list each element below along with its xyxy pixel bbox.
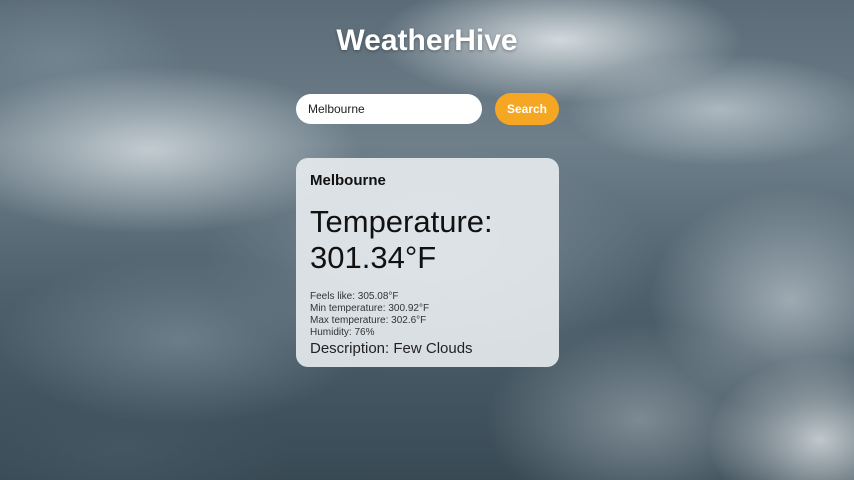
search-button[interactable]: Search [495, 93, 559, 125]
app-title: WeatherHive [336, 24, 518, 57]
humidity: Humidity: 76% [310, 327, 375, 338]
temperature-value: 301.34°F [310, 240, 437, 275]
feels-like: Feels like: 305.08°F [310, 291, 399, 302]
weather-details: Feels like: 305.08°F Min temperature: 30… [310, 291, 545, 339]
search-input[interactable] [296, 94, 482, 124]
city-name: Melbourne [310, 172, 386, 189]
temperature-label: Temperature: [310, 204, 493, 239]
temperature: Temperature: 301.34°F [310, 204, 545, 276]
max-temperature: Max temperature: 302.6°F [310, 315, 427, 326]
weather-description: Description: Few Clouds [310, 340, 473, 357]
min-temperature: Min temperature: 300.92°F [310, 303, 430, 314]
weather-card: Melbourne Temperature: 301.34°F Feels li… [296, 158, 559, 367]
